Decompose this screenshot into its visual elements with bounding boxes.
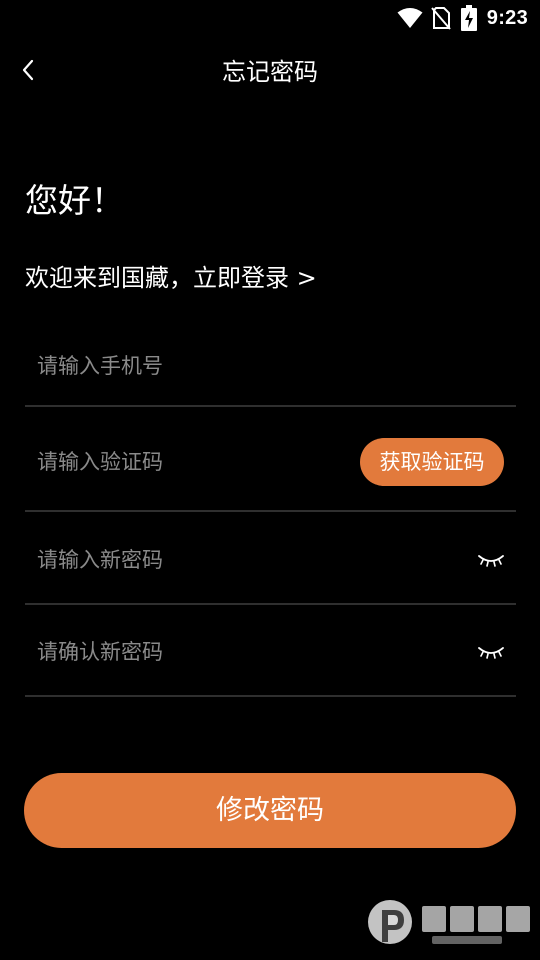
verification-code-input[interactable] [37,414,337,510]
header: 忘记密码 [0,36,540,108]
confirm-password-visibility-toggle[interactable] [476,642,506,662]
eye-closed-icon [476,642,506,662]
greeting-heading: 您好！ [25,181,124,220]
new-password-field [25,516,516,605]
login-link[interactable]: 欢迎来到国藏，立即登录 > [25,258,317,298]
change-password-button[interactable]: 修改密码 [24,773,516,848]
phone-input[interactable] [37,326,337,405]
page-title: 忘记密码 [222,58,318,86]
battery-charging-icon [460,5,477,31]
eye-closed-icon [476,550,506,570]
wifi-icon [397,7,423,29]
get-code-button[interactable]: 获取验证码 [360,438,504,486]
verification-code-field: 获取验证码 [25,414,516,512]
confirm-password-input[interactable] [37,608,337,695]
no-sim-icon [431,6,451,30]
new-password-input[interactable] [37,516,337,603]
phone-field [25,326,516,407]
status-icons: 9:23 [397,4,528,32]
new-password-visibility-toggle[interactable] [476,550,506,570]
confirm-password-field [25,608,516,697]
status-bar: 9:23 [0,0,540,36]
watermark-logo [364,894,536,954]
status-time: 9:23 [486,6,528,29]
